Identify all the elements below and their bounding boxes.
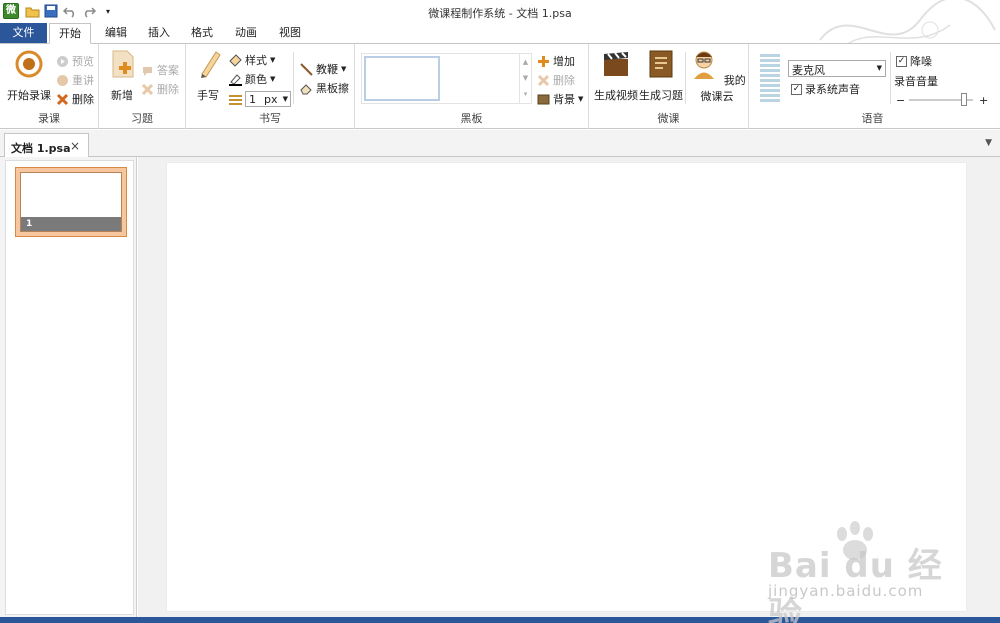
canvas-area	[138, 157, 1000, 617]
volume-minus-button[interactable]: −	[896, 91, 905, 109]
blackboard-canvas[interactable]	[166, 162, 967, 612]
volume-slider-thumb[interactable]	[961, 93, 967, 106]
my-cloud-button[interactable]: 我的微课云	[688, 48, 746, 104]
eraser-button[interactable]: 黑板擦	[300, 79, 349, 97]
divider	[685, 52, 686, 104]
document-tab[interactable]: 文档 1.psa ×	[4, 133, 89, 158]
delete-x-icon	[141, 83, 154, 95]
delete-x-icon	[537, 74, 550, 86]
record-volume-label: 录音音量	[894, 75, 938, 88]
group-writing: 手写 样式 ▼ 颜色 ▼ 1 px ▼ 教鞭 ▼ 黑板擦 书写	[186, 44, 355, 129]
notebook-icon	[649, 50, 673, 78]
tab-edit[interactable]: 编辑	[96, 23, 136, 44]
checkbox-icon: ✓	[791, 83, 802, 95]
teacher-avatar-icon	[694, 51, 715, 79]
chevron-down-icon: ▼	[876, 64, 882, 72]
preview-button[interactable]: 预览	[56, 52, 94, 70]
noise-reduction-checkbox[interactable]: ✓ 降噪	[896, 52, 932, 70]
pointer-dropdown[interactable]: 教鞭 ▼	[300, 60, 346, 78]
group-record: 开始录课 预览 重讲 删除 录课	[0, 44, 99, 129]
new-document-icon	[112, 50, 134, 78]
close-icon[interactable]: ×	[70, 139, 80, 153]
volume-plus-button[interactable]: +	[979, 91, 988, 109]
generate-exercise-button[interactable]: 生成习题	[639, 48, 683, 103]
group-record-label: 录课	[38, 112, 60, 125]
bottom-status-strip	[0, 617, 1000, 623]
generate-video-button[interactable]: 生成视频	[594, 48, 638, 103]
stroke-size-select[interactable]: 1 px ▼	[245, 91, 291, 107]
blackboard-add-button[interactable]: 增加	[537, 52, 575, 70]
handwrite-button[interactable]: 手写	[194, 48, 222, 103]
tab-format[interactable]: 格式	[182, 23, 222, 44]
ribbon: 开始录课 预览 重讲 删除 录课 新增 答案 删除 习题 手写 样式 ▼ 颜色 …	[0, 43, 1000, 129]
color-icon	[229, 73, 242, 86]
checkbox-icon: ✓	[896, 55, 907, 67]
rerecord-button[interactable]: 重讲	[56, 71, 94, 89]
add-exercise-button[interactable]: 新增	[107, 48, 137, 103]
group-exercise: 新增 答案 删除 习题	[99, 44, 186, 129]
pencil-icon	[201, 51, 221, 78]
color-dropdown[interactable]: 颜色 ▼	[229, 70, 275, 88]
group-microcourse-label: 微课	[657, 112, 680, 125]
record-delete-button[interactable]: 删除	[56, 90, 94, 108]
line-weight-icon	[229, 94, 242, 105]
volume-meter-icon	[760, 54, 780, 102]
play-icon	[57, 55, 68, 67]
slide-panel: 1	[0, 157, 137, 617]
chevron-down-icon: ▼	[282, 95, 288, 103]
background-dropdown[interactable]: 背景 ▼	[537, 90, 583, 108]
divider	[293, 52, 294, 104]
record-system-sound-checkbox[interactable]: ✓ 录系统声音	[791, 80, 860, 98]
slide-thumbnail[interactable]: 1	[15, 167, 127, 237]
tab-home[interactable]: 开始	[49, 23, 91, 44]
start-record-button[interactable]: 开始录课	[6, 48, 52, 103]
tab-insert[interactable]: 插入	[139, 23, 179, 44]
group-voice-label: 语音	[861, 112, 884, 125]
tab-animation[interactable]: 动画	[226, 23, 266, 44]
blackboard-gallery: ▲ ▼ ▾	[361, 53, 532, 104]
style-dropdown[interactable]: 样式 ▼	[229, 51, 275, 69]
slide-preview: 1	[20, 172, 122, 232]
group-writing-label: 书写	[259, 112, 281, 125]
group-blackboard: ▲ ▼ ▾ 增加 删除 背景 ▼ 黑板	[355, 44, 589, 129]
volume-slider[interactable]	[909, 93, 973, 106]
clapperboard-icon	[604, 52, 628, 76]
plus-icon	[538, 55, 549, 67]
slide-list: 1	[5, 160, 134, 615]
record-icon	[15, 50, 43, 78]
divider	[890, 52, 891, 104]
document-tab-bar: 文档 1.psa × ▼	[0, 130, 1000, 158]
delete-x-icon	[56, 93, 69, 105]
blackboard-thumbnail[interactable]	[364, 56, 440, 101]
answer-button[interactable]: 答案	[141, 61, 179, 79]
ribbon-tabs: 文件 开始 编辑 插入 格式 动画 视图	[0, 23, 1000, 44]
group-microcourse: 生成视频 生成习题 我的微课云 微课	[589, 44, 749, 129]
microphone-select[interactable]: 麦克风 ▼	[788, 60, 886, 77]
group-blackboard-label: 黑板	[460, 112, 483, 125]
exercise-delete-button[interactable]: 删除	[141, 80, 179, 98]
style-icon	[229, 53, 242, 67]
rerecord-icon	[57, 74, 68, 86]
gallery-scroll[interactable]: ▲ ▼ ▾	[519, 54, 531, 103]
answer-icon	[143, 66, 152, 76]
chevron-down-icon[interactable]: ▼	[985, 138, 992, 148]
start-record-label: 开始录课	[7, 89, 51, 102]
pointer-stick-icon	[300, 62, 313, 76]
tab-file[interactable]: 文件	[0, 23, 47, 44]
group-voice: 麦克风 ▼ ✓ 录系统声音 ✓ 降噪 录音音量 − + 语音	[749, 44, 996, 129]
stroke-size-control: 1 px ▼	[229, 90, 291, 108]
eraser-icon	[300, 83, 312, 94]
title-bar: 微 ▾ 微课程制作系统 - 文档 1.psa	[0, 0, 1000, 51]
group-exercise-label: 习题	[131, 112, 153, 125]
slide-number: 1	[21, 217, 121, 231]
background-icon	[537, 94, 550, 104]
tab-view[interactable]: 视图	[270, 23, 310, 44]
blackboard-delete-button[interactable]: 删除	[537, 71, 575, 89]
